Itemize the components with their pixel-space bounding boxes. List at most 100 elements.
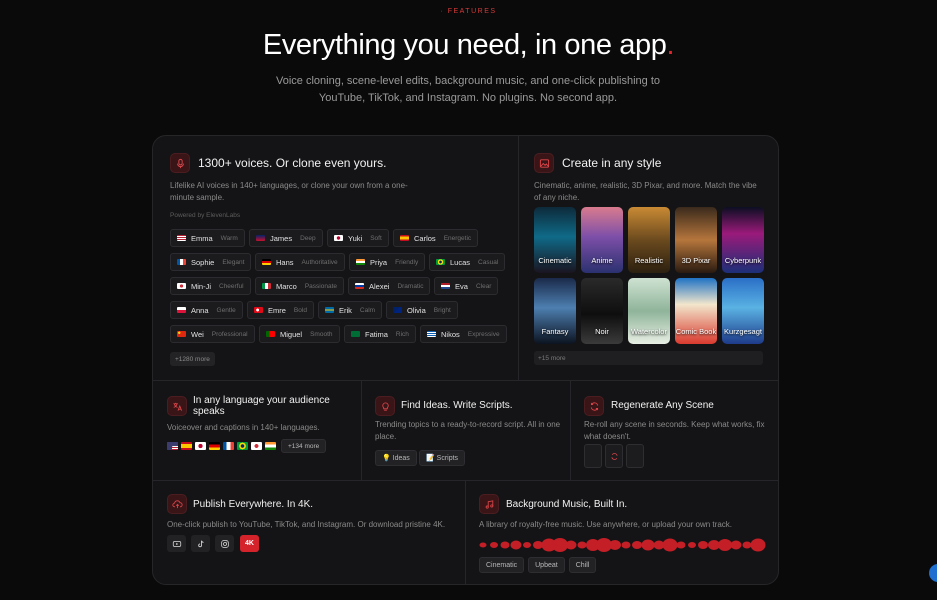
voice-tag: Deep [300, 234, 316, 242]
powered-by: Powered by ElevenLabs [170, 212, 241, 219]
gr-flag-icon [427, 331, 436, 337]
style-tile-label: Comic Book [675, 327, 717, 336]
voice-chip[interactable]: Carlos Energetic [393, 229, 479, 247]
waveform-bar [523, 542, 531, 548]
voice-tag: Smooth [310, 330, 333, 338]
voice-chip[interactable]: Eva Clear [434, 277, 499, 295]
style-tile[interactable]: Cyberpunk [722, 207, 764, 273]
voice-chip[interactable]: Anna Gentle [170, 301, 243, 319]
style-tile[interactable]: Comic Book [675, 278, 717, 344]
voice-tag: Energetic [443, 234, 472, 242]
scene-thumb[interactable] [626, 444, 644, 468]
language-desc: Voiceover and captions in 140+ languages… [167, 423, 320, 432]
voice-chip[interactable]: Nikos Expressive [420, 325, 507, 343]
kr-flag-icon [177, 283, 186, 289]
br-flag-icon [436, 259, 445, 265]
scene-thumb-regenerating[interactable] [605, 444, 623, 468]
refresh-icon [584, 396, 604, 416]
scene-thumb[interactable] [584, 444, 602, 468]
waveform-bar [688, 542, 696, 548]
features-headline: Everything you need, in one app. [0, 29, 937, 62]
voice-chip[interactable]: Emma Warm [170, 229, 245, 247]
voice-name: Marco [276, 281, 297, 291]
waveform-bar [698, 541, 708, 549]
style-tile-label: Noir [595, 327, 609, 336]
au-flag-icon [393, 307, 402, 313]
headline-text: Everything you need, in one app [262, 29, 667, 61]
voice-name: Min-Ji [191, 281, 211, 291]
waveform-bar [750, 538, 766, 552]
style-tile[interactable]: Cinematic [534, 207, 576, 273]
style-tile[interactable]: Noir [581, 278, 623, 344]
voice-name: Nikos [441, 329, 460, 339]
voice-name: Alexei [369, 281, 390, 291]
style-tile-label: Cinematic [538, 256, 572, 265]
4k-badge[interactable]: 4K [240, 535, 259, 552]
style-tile[interactable]: Watercolor [628, 278, 670, 344]
voices-card: 1300+ voices. Or clone even yours. Lifel… [153, 136, 519, 381]
voice-name: Olivia [407, 305, 426, 315]
voice-chip[interactable]: Hans Authoritative [255, 253, 345, 271]
genre-chip[interactable]: Cinematic [479, 557, 525, 573]
voice-chip[interactable]: Yuki Soft [327, 229, 389, 247]
ideas-chip[interactable]: 💡 Ideas [375, 450, 417, 466]
voice-chip[interactable]: Erik Calm [318, 301, 383, 319]
voice-tag: Dramatic [397, 282, 424, 290]
voice-tag: Cheerful [219, 282, 244, 290]
voice-tag: Professional [211, 330, 248, 338]
language-flags: +134 more [167, 439, 327, 453]
microphone-icon [170, 153, 190, 173]
voice-chip[interactable]: Miguel Smooth [259, 325, 340, 343]
voice-chip[interactable]: Olivia Bright [386, 301, 458, 319]
voices-more-chip[interactable]: +1280 more [170, 352, 215, 366]
es-flag-icon [400, 235, 409, 241]
publish-card: Publish Everywhere. In 4K. One-click pub… [153, 481, 466, 584]
genre-chip[interactable]: Chill [568, 557, 597, 573]
style-tile-label: Watercolor [631, 327, 667, 336]
genre-chip[interactable]: Upbeat [528, 557, 565, 573]
style-tile[interactable]: Fantasy [534, 278, 576, 344]
voice-tag: Friendly [395, 258, 419, 266]
music-waveform[interactable] [479, 536, 769, 554]
voice-chip[interactable]: Wei Professional [170, 325, 255, 343]
voice-name: Eva [455, 281, 468, 291]
voice-chip[interactable]: Alexei Dramatic [348, 277, 431, 295]
it-flag-icon [262, 283, 271, 289]
voice-name: Wei [191, 329, 204, 339]
style-tile[interactable]: Realistic [628, 207, 670, 273]
voice-chip[interactable]: Marco Passionate [255, 277, 345, 295]
voice-chip[interactable]: Fatima Rich [344, 325, 416, 343]
style-more-chip[interactable]: +15 more [534, 351, 763, 365]
voice-tag: Clear [475, 282, 492, 290]
tr-flag-icon [254, 307, 263, 313]
instagram-icon[interactable] [215, 535, 234, 552]
tiktok-icon[interactable] [191, 535, 210, 552]
voice-name: Fatima [365, 329, 388, 339]
youtube-icon[interactable] [167, 535, 186, 552]
voice-name: Emma [191, 233, 213, 243]
publish-title: Publish Everywhere. In 4K. [193, 499, 314, 510]
voice-chip[interactable]: Sophie Elegant [170, 253, 252, 271]
voice-chip[interactable]: Lucas Casual [429, 253, 506, 271]
style-tile[interactable]: Kurzgesagt [722, 278, 764, 344]
language-more-chip[interactable]: +134 more [281, 439, 327, 453]
kr-flag-icon [251, 442, 262, 450]
style-tile[interactable]: 3D Pixar [675, 207, 717, 273]
lightbulb-icon [375, 396, 395, 416]
us-flag-icon [177, 235, 186, 241]
style-tile[interactable]: Anime [581, 207, 623, 273]
style-tile-label: Realistic [634, 256, 664, 265]
voice-chip[interactable]: James Deep [249, 229, 323, 247]
voice-name: Sophie [191, 257, 215, 267]
chat-launcher-button[interactable] [929, 564, 937, 582]
voice-chip[interactable]: Priya Friendly [349, 253, 426, 271]
voice-tag: Soft [370, 234, 382, 242]
br-flag-icon [237, 442, 248, 450]
style-tile-label: 3D Pixar [681, 256, 711, 265]
waveform-bar [641, 539, 655, 551]
voice-chip[interactable]: Emre Bold [247, 301, 314, 319]
voices-desc: Lifelike AI voices in 140+ languages, or… [170, 181, 408, 202]
voice-chip[interactable]: Min-Ji Cheerful [170, 277, 251, 295]
voice-tag: Calm [359, 306, 376, 314]
scripts-chip[interactable]: 📝 Scripts [419, 450, 466, 466]
